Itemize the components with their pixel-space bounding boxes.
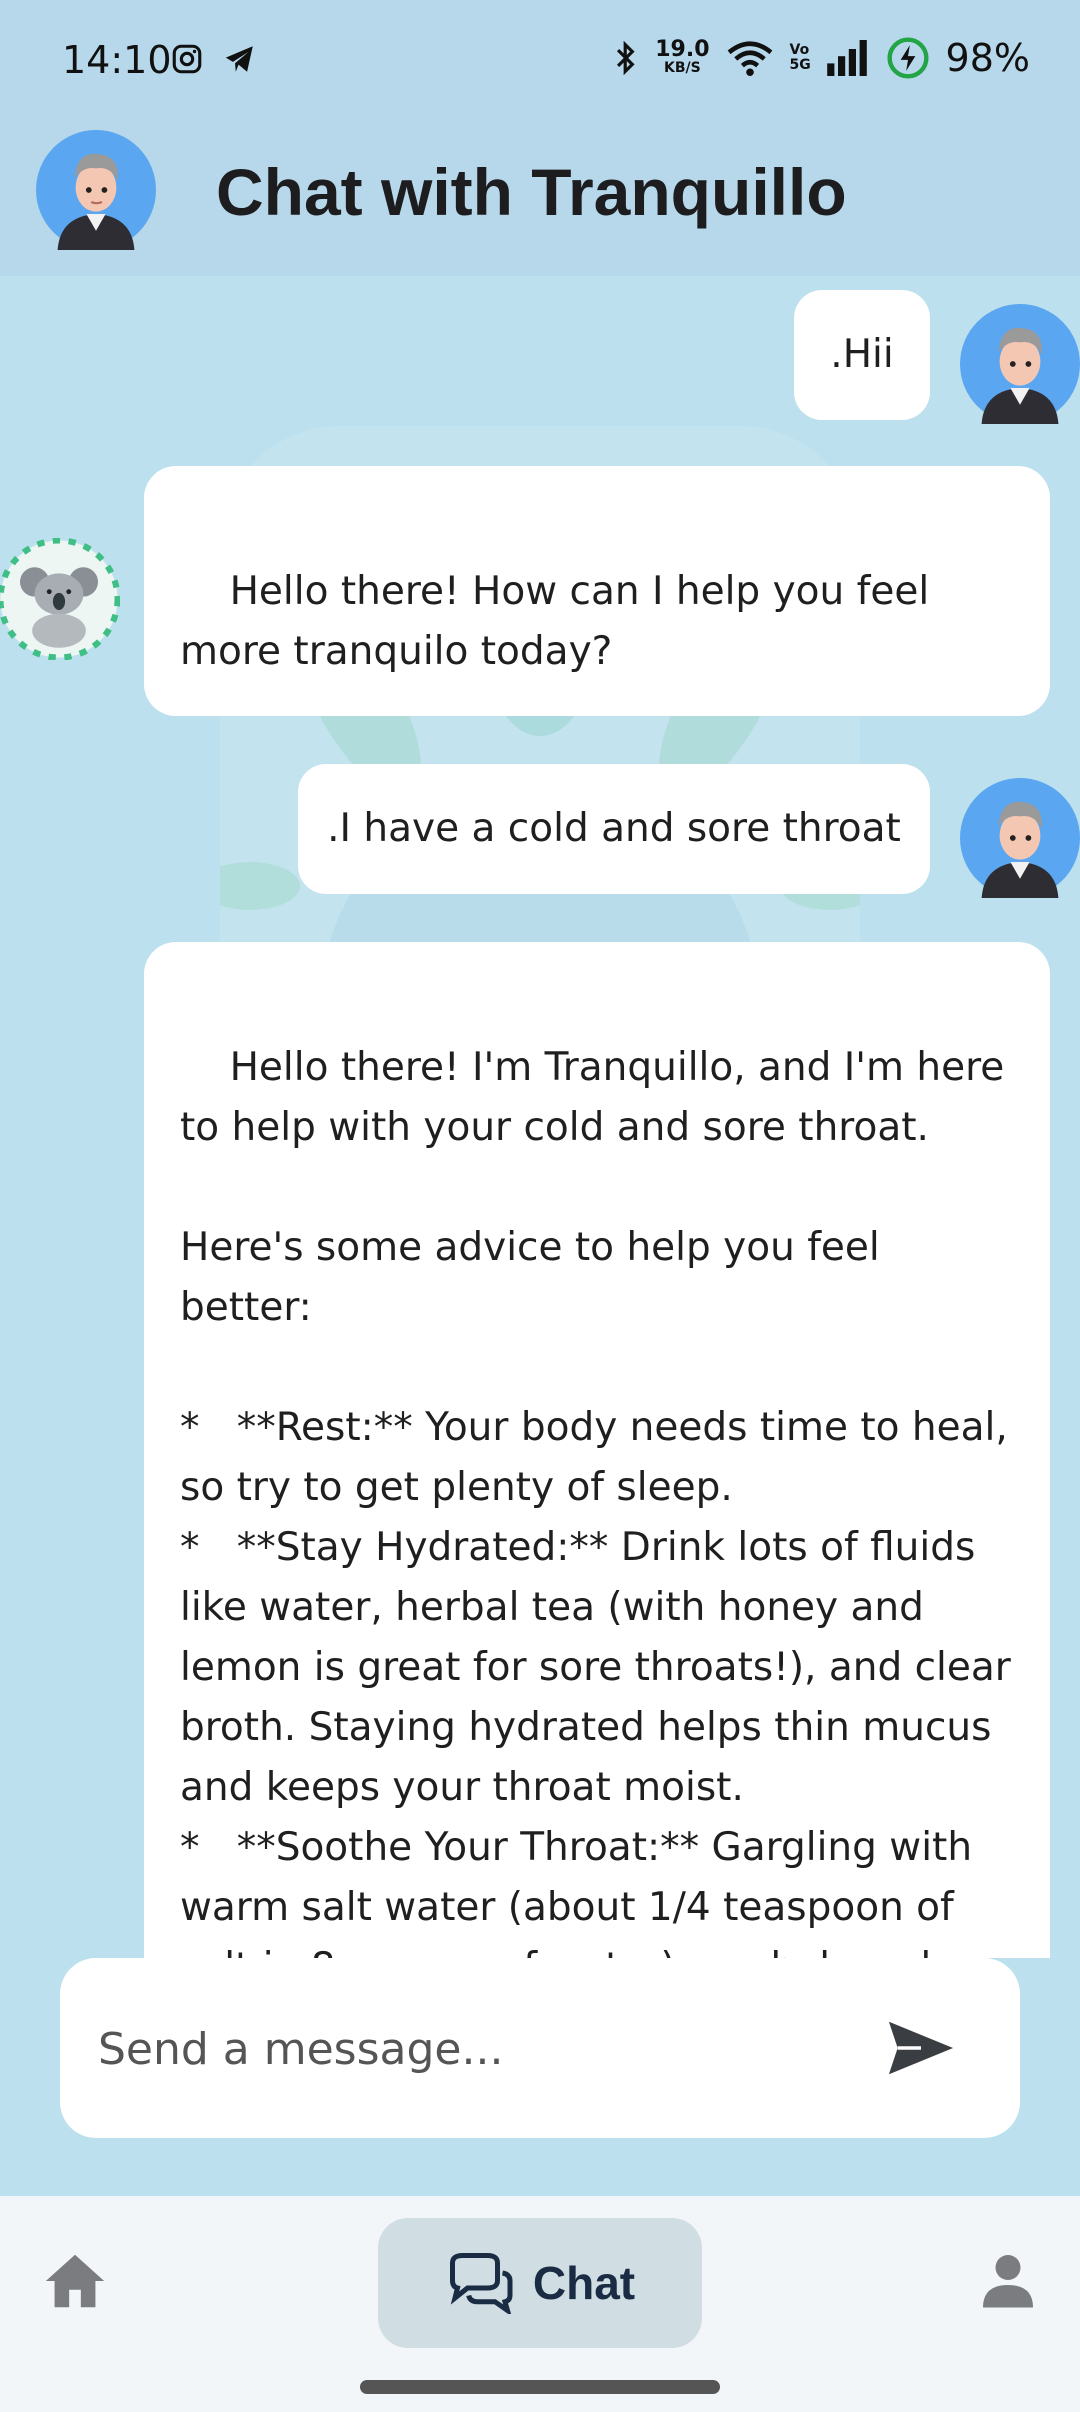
network-speed-unit: KB/S (664, 60, 701, 76)
network-speed: 19.0 KB/S (655, 37, 710, 77)
status-system-icons: 19.0 KB/S Vo 5G 98% (613, 36, 1030, 80)
tab-chat-label: Chat (532, 2257, 636, 2309)
user-message-avatar (960, 304, 1080, 424)
gesture-navigation-bar[interactable] (360, 2380, 720, 2394)
message-input[interactable] (96, 1998, 860, 2100)
instagram-icon (172, 44, 202, 74)
user-message-avatar (960, 778, 1080, 898)
volte-indicator: Vo 5G (789, 42, 811, 73)
message-bubble-bot: Hello there! I'm Tranquillo, and I'm her… (144, 942, 1050, 1958)
message-text: .I have a cold and sore throat (327, 806, 901, 851)
send-icon[interactable] (886, 2018, 956, 2078)
chat-messages[interactable]: .Hii Hello there! How can I help you fee… (0, 276, 1080, 1958)
wifi-icon (727, 41, 772, 77)
message-bubble-bot: Hello there! How can I help you feel mor… (144, 466, 1050, 716)
battery-percentage: 98% (945, 36, 1030, 80)
network-speed-value: 19.0 (655, 37, 710, 62)
bluetooth-icon (617, 40, 635, 76)
battery-charging-icon (886, 37, 929, 79)
message-composer (60, 1958, 1020, 2138)
status-bar: 14:10 19.0 KB/S Vo 5G 98% (0, 0, 1080, 126)
message-bubble-user: .I have a cold and sore throat (298, 764, 930, 894)
cellular-signal-icon (826, 40, 867, 76)
chat-bubbles-icon (449, 2253, 513, 2314)
user-avatar[interactable] (36, 130, 156, 250)
profile-icon[interactable] (978, 2250, 1038, 2310)
page-title: Chat with Tranquillo (216, 155, 847, 229)
app-header: Chat with Tranquillo (0, 126, 1080, 276)
status-time: 14:10 (62, 38, 172, 82)
message-text: Hello there! I'm Tranquillo, and I'm her… (180, 1045, 1011, 1958)
home-icon[interactable] (40, 2246, 110, 2316)
tab-chat[interactable]: Chat (378, 2218, 702, 2348)
message-text: Hello there! How can I help you feel mor… (180, 569, 942, 674)
bot-avatar-koala (0, 538, 120, 660)
message-text: .Hii (830, 332, 894, 377)
telegram-icon (225, 46, 253, 72)
status-app-icons (170, 42, 258, 76)
message-bubble-user: .Hii (794, 290, 930, 420)
